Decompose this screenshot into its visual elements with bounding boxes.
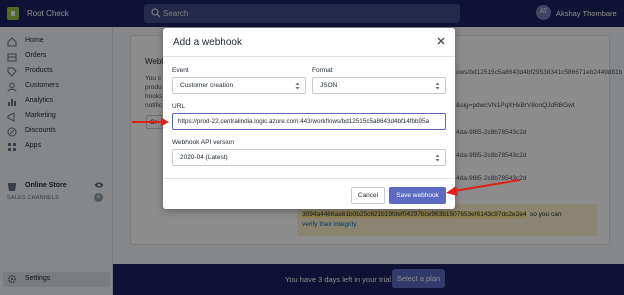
format-value: JSON	[320, 82, 338, 89]
modal-footer: Cancel Save webhook	[163, 178, 455, 209]
api-version-value: 2020-04 (Latest)	[180, 154, 228, 161]
event-label: Event	[172, 67, 189, 74]
modal-header: Add a webhook	[163, 28, 455, 57]
format-label: Format	[312, 67, 333, 74]
select-arrows-icon	[295, 82, 300, 90]
event-value: Customer creation	[180, 82, 234, 89]
select-arrows-icon	[435, 154, 440, 162]
format-select[interactable]: JSON	[312, 77, 446, 94]
annotation-arrow-icon	[446, 179, 521, 196]
close-icon[interactable]	[435, 35, 447, 47]
url-value: https://prod-22.centralindia.logic.azure…	[178, 118, 429, 125]
modal-title: Add a webhook	[173, 37, 242, 48]
api-version-label: Webhook API version	[172, 139, 235, 146]
cancel-button[interactable]: Cancel	[351, 187, 385, 204]
event-select[interactable]: Customer creation	[172, 77, 306, 94]
add-webhook-modal: Add a webhook Event Customer creation Fo…	[163, 28, 455, 209]
save-webhook-button[interactable]: Save webhook	[389, 187, 446, 204]
select-arrows-icon	[435, 82, 440, 90]
url-input[interactable]: https://prod-22.centralindia.logic.azure…	[172, 113, 446, 130]
annotation-arrow-icon	[132, 117, 169, 127]
api-version-select[interactable]: 2020-04 (Latest)	[172, 149, 446, 166]
url-label: URL	[172, 103, 186, 110]
